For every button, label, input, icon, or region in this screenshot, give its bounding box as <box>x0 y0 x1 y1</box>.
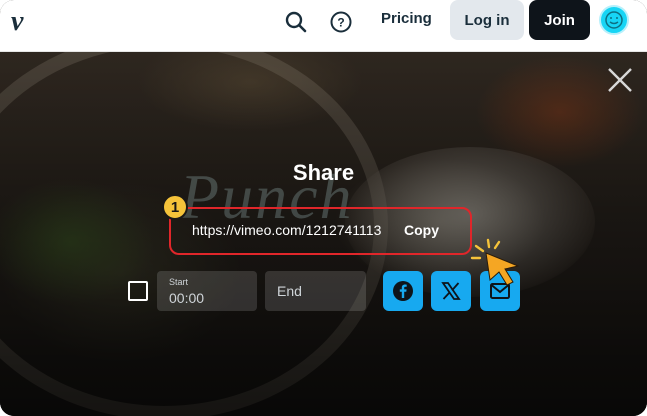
vimeo-logo[interactable]: v <box>11 8 23 36</box>
login-button[interactable]: Log in <box>450 0 524 40</box>
x-twitter-icon <box>441 282 461 300</box>
copy-button[interactable]: Copy <box>404 222 439 238</box>
start-time-value: 00:00 <box>169 290 205 306</box>
facebook-share-button[interactable] <box>383 271 423 311</box>
help-circle-icon[interactable]: ? <box>327 8 355 36</box>
search-icon[interactable] <box>282 8 310 36</box>
close-icon[interactable] <box>606 66 634 94</box>
step-number-badge: 1 <box>162 194 188 220</box>
end-time-placeholder: End <box>277 283 302 299</box>
share-title: Share <box>292 160 355 185</box>
smiley-face-icon <box>605 11 623 29</box>
pricing-link[interactable]: Pricing <box>381 9 432 29</box>
share-url[interactable]: https://vimeo.com/1212741113 <box>192 222 381 238</box>
top-navbar: v ? Pricing Log in Join <box>0 0 647 52</box>
end-time-field[interactable]: End <box>265 271 366 311</box>
join-button[interactable]: Join <box>529 0 590 40</box>
start-time-label: Start <box>169 277 189 287</box>
facebook-icon <box>393 281 413 301</box>
login-button-label: Log in <box>464 11 510 29</box>
cursor-pointer-icon <box>470 238 526 288</box>
x-share-button[interactable] <box>431 271 471 311</box>
share-modal-screen: v ? Pricing Log in Join Punch Share http… <box>0 0 647 416</box>
avatar[interactable] <box>599 5 629 35</box>
start-time-field[interactable]: Start 00:00 <box>157 271 257 311</box>
join-button-label: Join <box>544 11 575 29</box>
start-time-checkbox[interactable] <box>128 281 148 301</box>
share-link-row: https://vimeo.com/1212741113 Copy <box>169 207 472 255</box>
svg-text:?: ? <box>337 16 344 30</box>
